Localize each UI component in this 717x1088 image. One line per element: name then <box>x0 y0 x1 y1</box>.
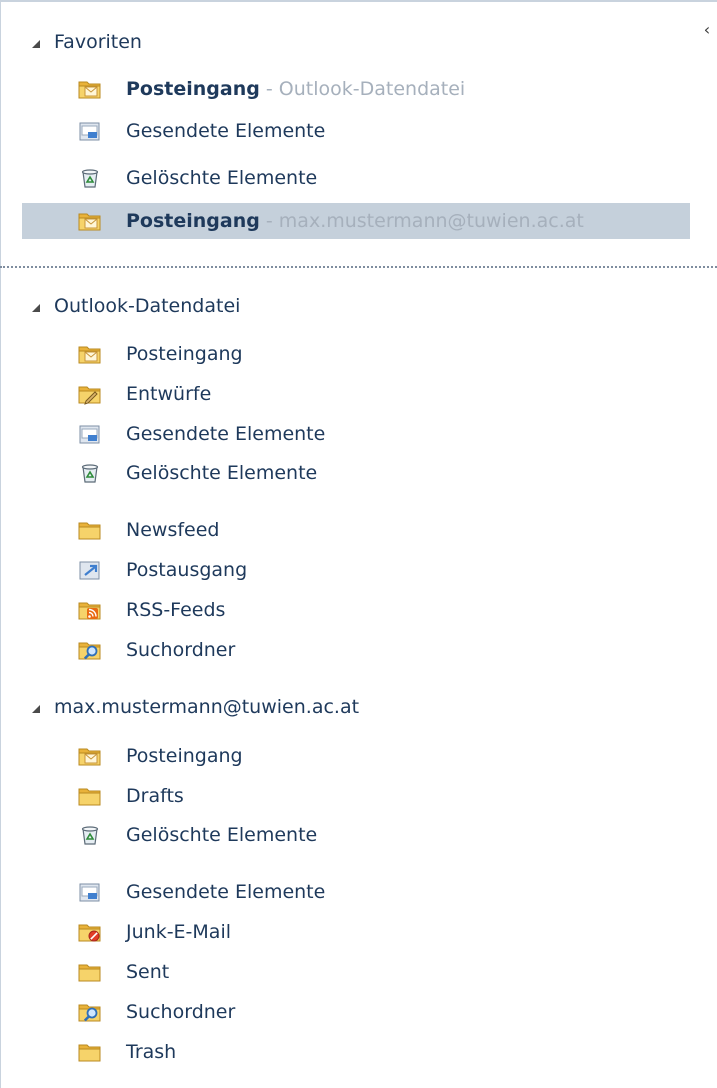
section-label: max.mustermann@tuwien.ac.at <box>54 696 360 718</box>
sent-items-folder-icon <box>78 119 102 143</box>
pane-left-border <box>0 0 1 1088</box>
folder-label: Newsfeed <box>126 519 220 541</box>
favorites-divider <box>0 266 717 268</box>
junk-mail-folder-icon <box>78 920 102 944</box>
folder-label: Posteingang <box>126 78 260 100</box>
folder-label: Posteingang <box>126 210 260 232</box>
sent-items-folder-icon <box>78 880 102 904</box>
inbox-folder-icon <box>78 744 102 768</box>
favorites-item-inbox-local[interactable]: Posteingang - Outlook-Datendatei <box>22 71 717 107</box>
favorites-item-deleted[interactable]: Gelöschte Elemente <box>22 160 717 196</box>
account-item-trash[interactable]: Trash <box>22 1034 717 1070</box>
folder-item-search-folders[interactable]: Suchordner <box>22 632 717 668</box>
folder-icon <box>78 1040 102 1064</box>
expand-triangle-icon[interactable] <box>32 303 40 312</box>
folder-item-outbox[interactable]: Postausgang <box>22 552 717 588</box>
folder-label: RSS-Feeds <box>126 599 226 621</box>
folder-label: Gelöschte Elemente <box>126 167 318 189</box>
folder-item-deleted[interactable]: Gelöschte Elemente <box>22 455 717 491</box>
folder-label: Suchordner <box>126 1001 236 1023</box>
account-item-search-folders[interactable]: Suchordner <box>22 994 717 1030</box>
section-header-account[interactable]: max.mustermann@tuwien.ac.at <box>32 690 359 724</box>
folder-label: Suchordner <box>126 639 236 661</box>
section-header-favorites[interactable]: Favoriten <box>32 25 142 59</box>
folder-icon <box>78 518 102 542</box>
folder-label: Gesendete Elemente <box>126 881 326 903</box>
sent-items-folder-icon <box>78 422 102 446</box>
account-item-deleted[interactable]: Gelöschte Elemente <box>22 817 717 853</box>
folder-label: Sent <box>126 961 170 983</box>
inbox-folder-icon <box>78 342 102 366</box>
section-label: Outlook-Datendatei <box>54 295 241 317</box>
inbox-folder-icon <box>78 209 102 233</box>
deleted-items-icon <box>78 823 102 847</box>
folder-item-newsfeed[interactable]: Newsfeed <box>22 512 717 548</box>
search-folder-icon <box>78 1000 102 1024</box>
folder-label: Junk-E-Mail <box>126 921 232 943</box>
folder-label: Gesendete Elemente <box>126 423 326 445</box>
folder-icon <box>78 960 102 984</box>
account-item-sent-items[interactable]: Gesendete Elemente <box>22 874 717 910</box>
folder-label: Gesendete Elemente <box>126 120 326 142</box>
folder-label: Gelöschte Elemente <box>126 824 318 846</box>
account-item-drafts[interactable]: Drafts <box>22 778 717 814</box>
deleted-items-icon <box>78 166 102 190</box>
favorites-item-inbox-account[interactable]: Posteingang - max.mustermann@tuwien.ac.a… <box>22 203 690 239</box>
section-header-outlook-datafile[interactable]: Outlook-Datendatei <box>32 289 240 323</box>
expand-triangle-icon[interactable] <box>32 704 40 713</box>
search-folder-icon <box>78 638 102 662</box>
inbox-folder-icon <box>78 77 102 101</box>
folder-store-label: - Outlook-Datendatei <box>259 78 466 100</box>
folder-store-label: - max.mustermann@tuwien.ac.at <box>259 210 584 232</box>
folder-label: Posteingang <box>126 745 243 767</box>
folder-label: Trash <box>126 1041 177 1063</box>
collapse-pane-icon[interactable]: ‹ <box>700 22 714 38</box>
outbox-folder-icon <box>78 558 102 582</box>
pane-top-border <box>0 0 717 2</box>
account-item-junk[interactable]: Junk-E-Mail <box>22 914 717 950</box>
drafts-folder-icon <box>78 382 102 406</box>
folder-item-inbox[interactable]: Posteingang <box>22 336 717 372</box>
folder-icon <box>78 784 102 808</box>
deleted-items-icon <box>78 461 102 485</box>
rss-feeds-folder-icon <box>78 598 102 622</box>
folder-item-rss-feeds[interactable]: RSS-Feeds <box>22 592 717 628</box>
favorites-item-sent[interactable]: Gesendete Elemente <box>22 113 717 149</box>
account-item-sent[interactable]: Sent <box>22 954 717 990</box>
folder-item-sent[interactable]: Gesendete Elemente <box>22 416 717 452</box>
folder-label: Posteingang <box>126 343 243 365</box>
folder-label: Entwürfe <box>126 383 212 405</box>
folder-item-drafts[interactable]: Entwürfe <box>22 376 717 412</box>
expand-triangle-icon[interactable] <box>32 39 40 48</box>
folder-label: Postausgang <box>126 559 248 581</box>
folder-label: Gelöschte Elemente <box>126 462 318 484</box>
account-item-inbox[interactable]: Posteingang <box>22 738 717 774</box>
section-label: Favoriten <box>54 31 142 53</box>
folder-label: Drafts <box>126 785 184 807</box>
